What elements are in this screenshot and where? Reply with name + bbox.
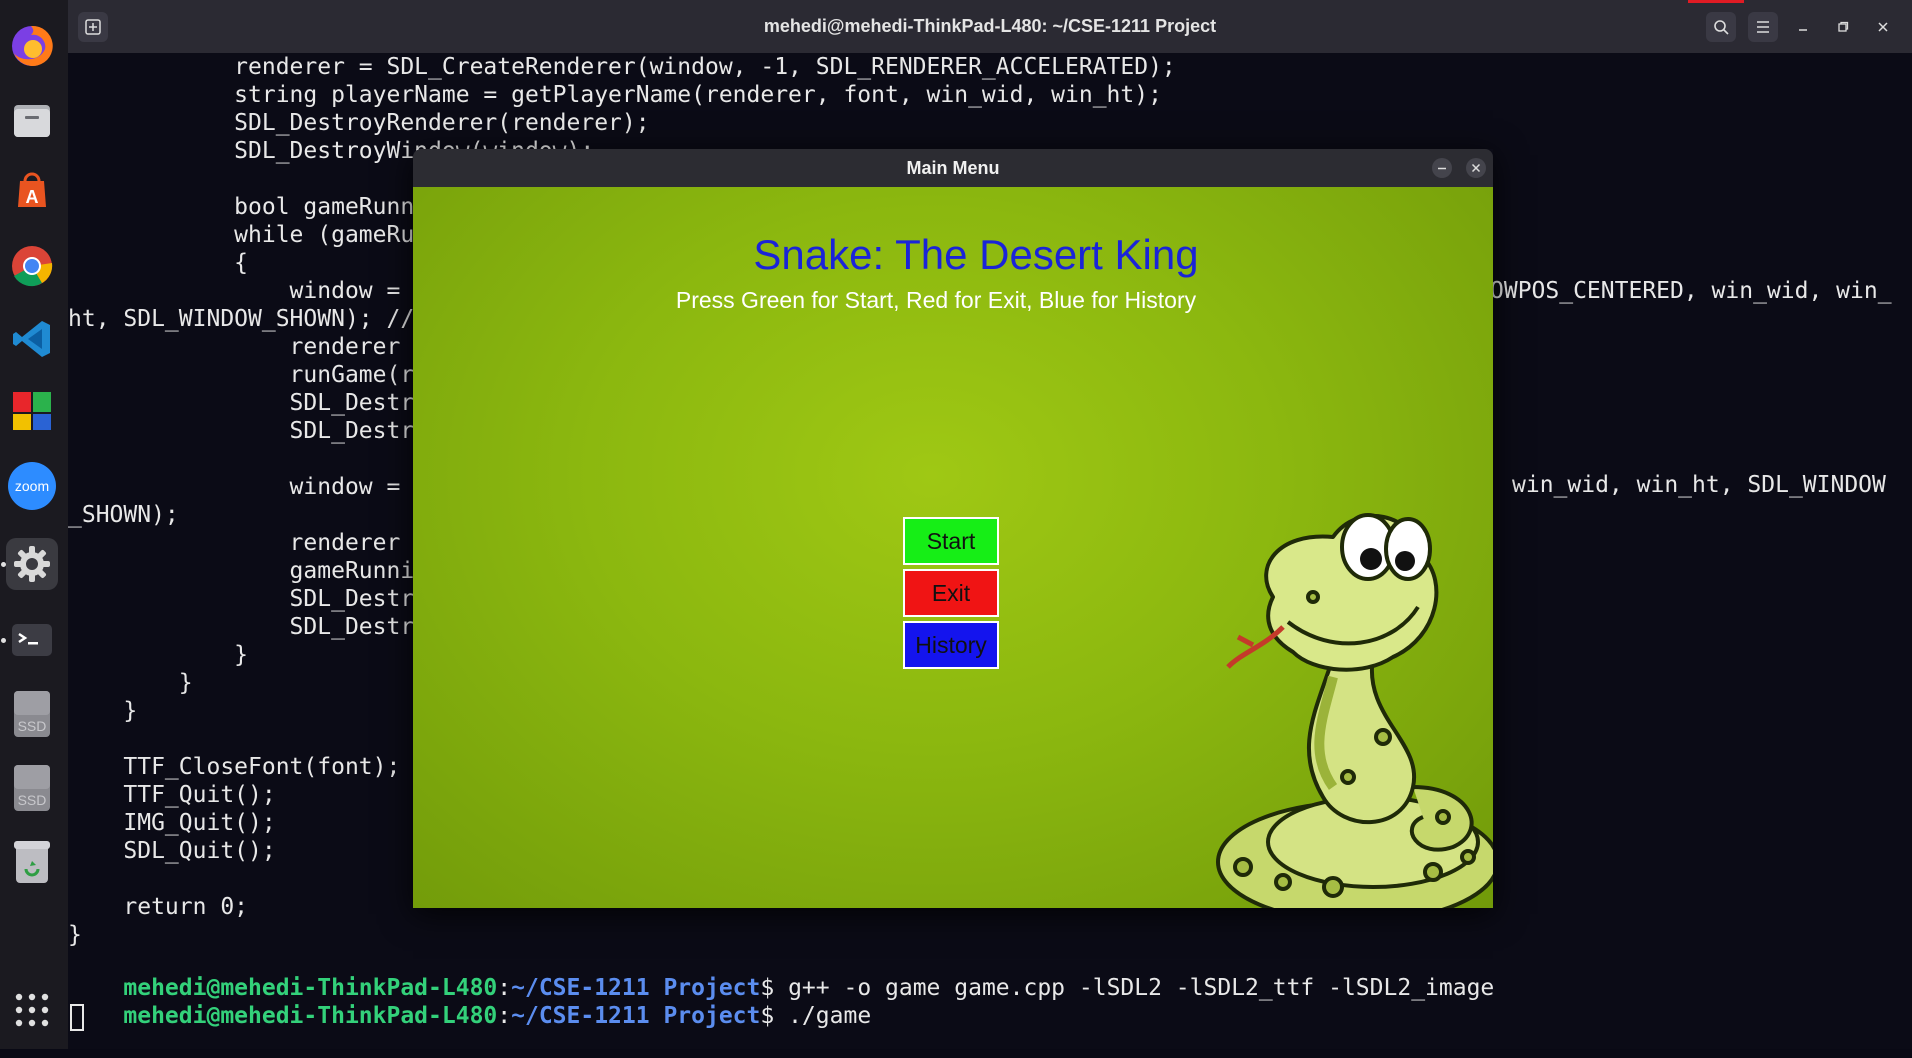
exit-button[interactable]: Exit (903, 569, 999, 617)
terminal-titlebar[interactable]: mehedi@mehedi-ThinkPad-L480: ~/CSE-1211 … (68, 0, 1912, 54)
prompt-dollar: $ (760, 1003, 789, 1029)
files-icon[interactable] (6, 95, 58, 147)
active-indicator (1, 638, 6, 643)
firefox-icon[interactable] (6, 20, 58, 72)
vscode-icon[interactable] (6, 313, 58, 365)
code-line: } (68, 922, 82, 948)
dock: A zoom SSD SSD (0, 0, 69, 1049)
close-icon[interactable] (1868, 12, 1898, 42)
ssd-drive-icon[interactable]: SSD (6, 688, 58, 740)
ssd-drive-icon[interactable]: SSD (6, 762, 58, 814)
svg-text:SSD: SSD (18, 792, 47, 808)
command-text: ./game (788, 1003, 872, 1029)
terminal-cursor[interactable] (70, 1004, 84, 1031)
game-titlebar[interactable]: Main Menu (413, 149, 1493, 187)
game-heading: Snake: The Desert King (753, 231, 1199, 278)
active-indicator (1, 562, 6, 567)
close-icon[interactable] (1466, 158, 1486, 178)
search-icon[interactable] (1706, 12, 1736, 42)
menu-icon[interactable] (1748, 12, 1778, 42)
terminal-title: mehedi@mehedi-ThinkPad-L480: ~/CSE-1211 … (763, 16, 1217, 36)
svg-text:SSD: SSD (18, 718, 47, 734)
code-fragment: OWPOS_CENTERED, win_wid, win_ (1490, 278, 1892, 304)
settings-icon[interactable] (6, 538, 58, 590)
game-instructions: Press Green for Start, Red for Exit, Blu… (675, 287, 1197, 313)
start-button[interactable]: Start (903, 517, 999, 565)
terminal-icon[interactable] (6, 614, 58, 666)
trash-icon[interactable] (6, 836, 58, 888)
svg-text:A: A (26, 187, 39, 207)
history-button[interactable]: History (903, 621, 999, 669)
prompt-path: ~/CSE-1211 Project (511, 1003, 761, 1029)
prompt-user: mehedi@mehedi-ThinkPad-L480 (123, 1003, 498, 1029)
code-line: renderer = SDL_CreateRenderer(window, -1… (68, 54, 1176, 80)
prompt-sep: : (497, 1003, 512, 1029)
restore-icon[interactable] (1828, 12, 1858, 42)
game-window[interactable]: Main Menu Snake: The Desert King Press G… (413, 149, 1493, 908)
game-window-title: Main Menu (906, 158, 1000, 178)
command-text: g++ -o game game.cpp -lSDL2 -lSDL2_ttf -… (788, 975, 1495, 1001)
minimize-icon[interactable] (1788, 12, 1818, 42)
minimize-icon[interactable] (1432, 158, 1452, 178)
svg-text:zoom: zoom (15, 478, 49, 494)
show-apps-icon[interactable] (6, 984, 58, 1036)
code-fragment: win_wid, win_ht, SDL_WINDOW (1512, 472, 1886, 498)
code-line: string playerName = getPlayerName(render… (68, 82, 1162, 108)
chrome-icon[interactable] (6, 240, 58, 292)
prompt-line: mehedi@mehedi-ThinkPad-L480:~/CSE-1211 P… (68, 974, 871, 1058)
game-canvas[interactable]: Snake: The Desert King Press Green for S… (413, 187, 1493, 908)
app-center-icon[interactable]: A (6, 165, 58, 217)
zoom-icon[interactable]: zoom (6, 460, 58, 512)
code-line: SDL_DestroyRenderer(renderer); (68, 110, 650, 136)
office-icon[interactable] (6, 385, 58, 437)
snake-mascot-image (1216, 513, 1493, 908)
